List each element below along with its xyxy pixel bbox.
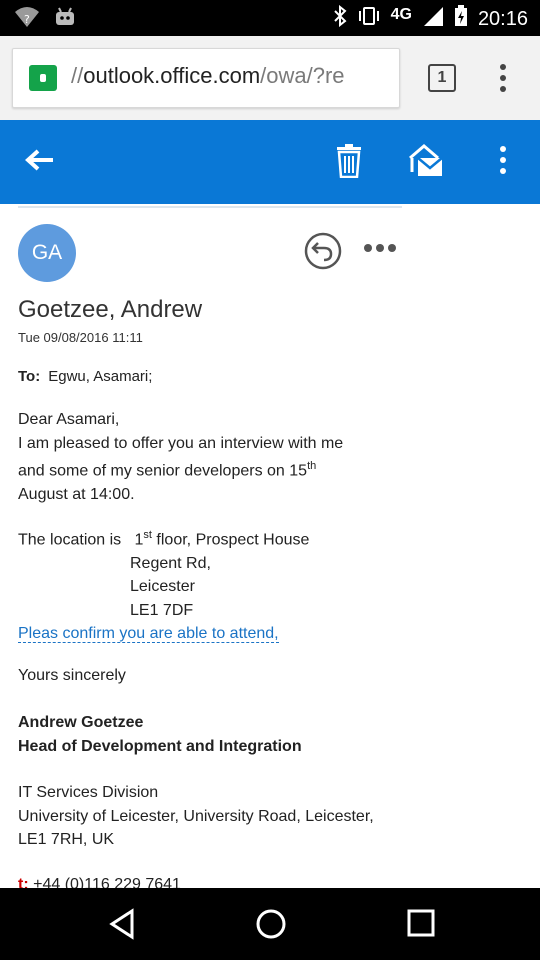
- bluetooth-icon: [333, 4, 347, 33]
- signature-title: Head of Development and Integration: [18, 737, 302, 755]
- url-field[interactable]: //outlook.office.com/owa/?re: [12, 48, 400, 108]
- closing: Yours sincerely: [18, 667, 126, 684]
- confirm-link[interactable]: Pleas confirm you are able to attend,: [18, 625, 279, 644]
- superscript: st: [143, 529, 152, 541]
- reply-icon[interactable]: [304, 232, 342, 275]
- to-row: To: Egwu, Asamari;: [18, 368, 152, 385]
- owa-toolbar: [0, 120, 540, 204]
- back-icon[interactable]: [108, 908, 136, 945]
- body-line: I am pleased to offer you an interview w…: [18, 434, 344, 452]
- browser-menu-icon[interactable]: [500, 64, 506, 97]
- svg-text:?: ?: [24, 13, 30, 26]
- signal-icon: [422, 5, 444, 33]
- tab-switcher-button[interactable]: 1: [428, 64, 456, 92]
- location-label: The location is: [18, 531, 122, 549]
- secure-lock-icon: [29, 65, 57, 91]
- wifi-question-icon: ?: [14, 6, 40, 33]
- home-icon[interactable]: [255, 908, 287, 945]
- to-label: To:: [18, 368, 41, 385]
- to-recipient[interactable]: Egwu, Asamari;: [48, 368, 152, 385]
- signature: Andrew Goetzee Head of Development and I…: [18, 711, 418, 758]
- recents-icon[interactable]: [406, 908, 436, 943]
- url-prefix: //: [71, 63, 84, 88]
- status-bar: ? 4G 20:16: [0, 0, 540, 36]
- location-postcode: LE1 7DF: [130, 601, 194, 619]
- message-body: Dear Asamari, I am pleased to offer you …: [18, 408, 418, 506]
- address-line: LE1 7RH, UK: [18, 831, 115, 848]
- battery-charging-icon: [454, 5, 468, 33]
- body-line-text: and some of my senior developers on 15: [18, 462, 308, 480]
- vibrate-icon: [357, 5, 381, 33]
- body-line: and some of my senior developers on 15th: [18, 455, 418, 483]
- url-path: /owa/?re: [260, 63, 345, 88]
- browser-toolbar: //outlook.office.com/owa/?re 1: [0, 36, 540, 120]
- divider: [18, 206, 402, 208]
- clock: 20:16: [477, 7, 528, 30]
- overflow-menu-icon[interactable]: [500, 146, 506, 179]
- body-line: August at 14:00.: [18, 485, 135, 503]
- address-line: University of Leicester, University Road…: [18, 807, 374, 825]
- confirm-line: Pleas confirm you are able to attend,: [18, 622, 418, 646]
- more-actions-icon[interactable]: [364, 244, 396, 252]
- url-text[interactable]: //outlook.office.com/owa/?re: [71, 63, 391, 89]
- android-icon: [54, 6, 76, 33]
- superscript: th: [307, 460, 317, 472]
- signature-address: IT Services Division University of Leice…: [18, 781, 418, 852]
- sender-name[interactable]: Goetzee, Andrew: [18, 296, 202, 324]
- greeting: Dear Asamari,: [18, 411, 120, 428]
- url-host: outlook.office.com: [83, 63, 261, 88]
- location-city: Leicester: [130, 578, 195, 596]
- sent-date: Tue 09/08/2016 11:11: [18, 330, 143, 345]
- location-building: floor, Prospect House: [151, 531, 310, 549]
- location-block: The location is 1st floor, Prospect Hous…: [18, 524, 418, 646]
- mark-unread-icon[interactable]: [408, 144, 444, 183]
- trash-icon[interactable]: [336, 144, 362, 183]
- avatar[interactable]: GA: [18, 224, 76, 282]
- network-type: 4G: [390, 6, 412, 23]
- location-line: The location is 1st floor, Prospect Hous…: [18, 524, 418, 552]
- location-street: Regent Rd,: [130, 554, 211, 572]
- department: IT Services Division: [18, 784, 159, 801]
- back-arrow-icon[interactable]: [24, 148, 56, 177]
- system-nav-bar: [0, 888, 540, 960]
- signature-name: Andrew Goetzee: [18, 714, 144, 731]
